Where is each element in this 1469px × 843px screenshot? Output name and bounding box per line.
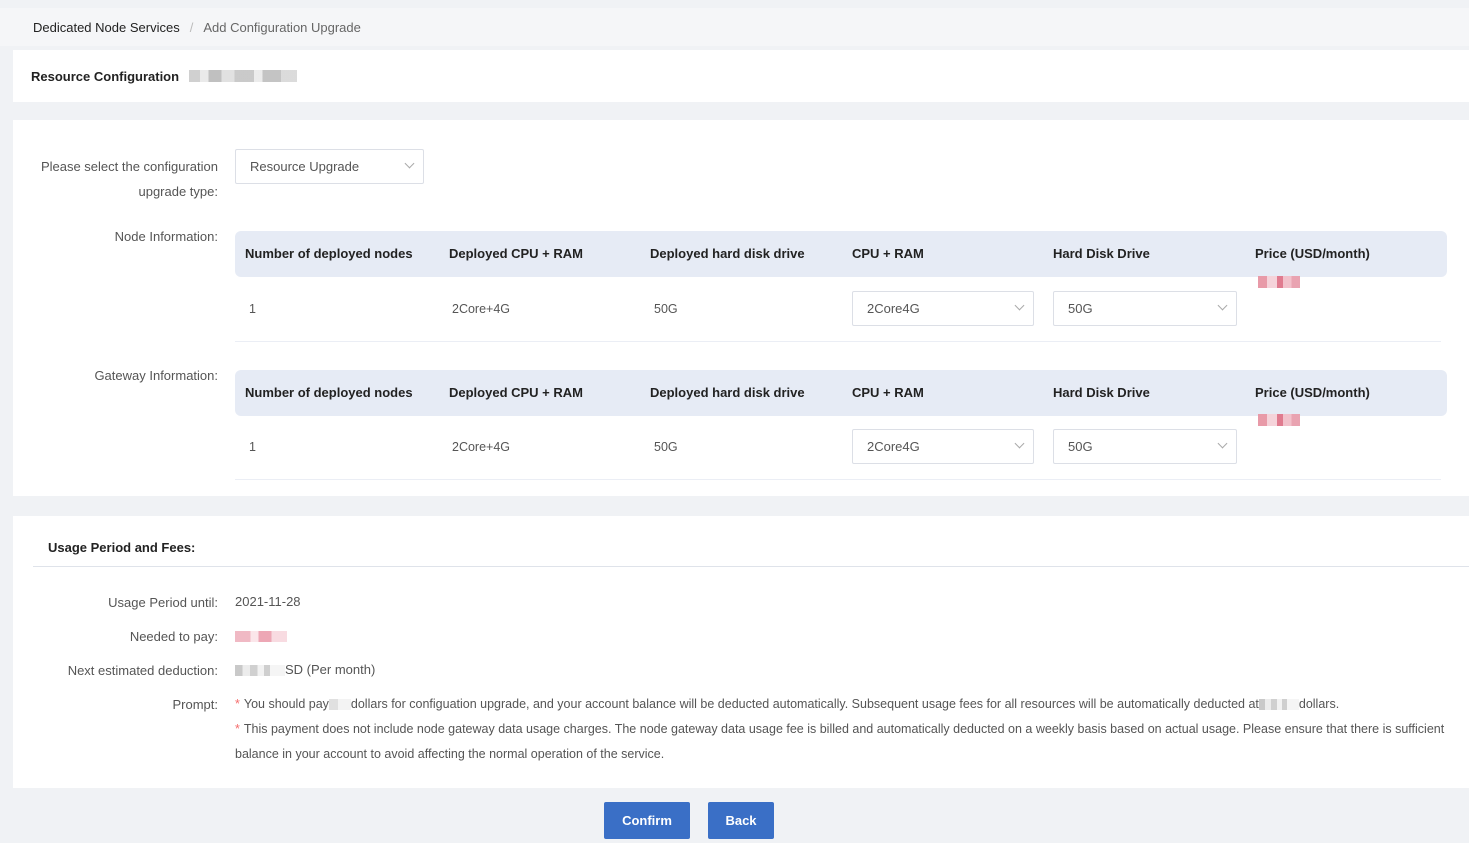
prompt-line-2: * This payment does not include node gate… (235, 717, 1450, 742)
header-deployed-cpu-ram: Deployed CPU + RAM (449, 246, 583, 261)
prompt2-line1: This payment does not include node gatew… (243, 722, 1445, 736)
chevron-down-icon (1014, 438, 1025, 449)
header-deployed-disk: Deployed hard disk drive (650, 246, 805, 261)
gateway-price-redacted (1258, 414, 1300, 426)
header-deployed-nodes: Number of deployed nodes (245, 246, 413, 261)
header-deployed-cpu-ram: Deployed CPU + RAM (449, 385, 583, 400)
fees-card (13, 516, 1469, 788)
upgrade-type-value: Resource Upgrade (250, 159, 360, 174)
node-disk-value: 50G (1068, 301, 1093, 316)
next-deduction-suffix: SD (Per month) (285, 662, 376, 677)
redacted-amount (328, 699, 351, 711)
breadcrumb-separator: / (189, 19, 194, 35)
header-deployed-disk: Deployed hard disk drive (650, 385, 805, 400)
next-amount-redacted (235, 665, 285, 677)
resource-configuration-header: Resource Configuration (13, 50, 1469, 102)
page-title: Resource Configuration (31, 68, 180, 84)
prompt1-part-a: You should pay (243, 697, 329, 711)
back-button[interactable]: Back (708, 802, 774, 839)
gateway-deployed-disk: 50G (654, 440, 678, 454)
gateway-cpu-ram-select[interactable]: 2Core4G (852, 429, 1034, 464)
node-count: 1 (249, 302, 256, 316)
breadcrumb-current: Add Configuration Upgrade (203, 19, 361, 35)
header-hard-disk: Hard Disk Drive (1053, 246, 1150, 261)
needed-to-pay-label: Needed to pay: (129, 629, 218, 644)
gateway-table-row: 1 2Core+4G 50G (235, 414, 1441, 480)
upgrade-type-label: Please select the configuration upgrade … (20, 154, 218, 204)
node-information-label: Node Information: (114, 229, 218, 244)
chevron-down-icon (1217, 438, 1228, 449)
chevron-down-icon (1014, 300, 1025, 311)
prompt-line-3: balance in your account to avoid affecti… (235, 742, 664, 767)
gateway-count: 1 (249, 440, 256, 454)
upgrade-type-select[interactable]: Resource Upgrade (235, 149, 424, 184)
node-cpu-ram-value: 2Core4G (867, 301, 920, 316)
gateway-disk-value: 50G (1068, 439, 1093, 454)
needed-to-pay-value (235, 626, 287, 646)
usage-period-label: Usage Period until: (108, 595, 218, 610)
header-cpu-ram: CPU + RAM (852, 385, 924, 400)
upgrade-type-label-line2: upgrade type: (138, 184, 218, 199)
node-table-header: Number of deployed nodes Deployed CPU + … (235, 231, 1447, 277)
fees-section-title: Usage Period and Fees: (48, 540, 196, 555)
prompt-label: Prompt: (172, 697, 218, 712)
next-deduction-value: SD (Per month) (235, 660, 375, 680)
header-price: Price (USD/month) (1255, 385, 1370, 400)
header-price: Price (USD/month) (1255, 246, 1370, 261)
node-disk-select[interactable]: 50G (1053, 291, 1237, 326)
header-hard-disk: Hard Disk Drive (1053, 385, 1150, 400)
breadcrumb-dedicated-node-services[interactable]: Dedicated Node Services (33, 20, 180, 35)
node-deployed-cpu-ram: 2Core+4G (452, 302, 511, 316)
prompt-line-1: * You should pay dollars for configuation … (235, 692, 1339, 717)
gateway-cpu-ram-value: 2Core4G (867, 439, 920, 454)
confirm-button[interactable]: Confirm (604, 802, 690, 839)
gateway-table-header: Number of deployed nodes Deployed CPU + … (235, 370, 1447, 416)
node-price-redacted (1258, 276, 1300, 288)
chevron-down-icon (1217, 300, 1228, 311)
node-table-row: 1 2Core+4G 50G (235, 276, 1441, 342)
upgrade-type-label-line1: Please select the configuration (40, 159, 218, 174)
next-deduction-label: Next estimated deduction: (67, 663, 218, 678)
header-cpu-ram: CPU + RAM (852, 246, 924, 261)
prompt1-part-b: dollars for configuation upgrade, and yo… (350, 697, 1259, 711)
header-deployed-nodes: Number of deployed nodes (245, 385, 413, 400)
redacted-amount (1258, 699, 1299, 711)
chevron-down-icon (404, 158, 415, 169)
gateway-disk-select[interactable]: 50G (1053, 429, 1237, 464)
required-asterisk: * (235, 697, 240, 711)
usage-period-value: 2021-11-28 (235, 594, 301, 609)
needed-amount-redacted (235, 631, 287, 643)
node-cpu-ram-select[interactable]: 2Core4G (852, 291, 1034, 326)
breadcrumb: Dedicated Node Services / Add Configurat… (0, 8, 1469, 46)
redacted-instance-name (189, 70, 298, 82)
prompt1-part-c: dollars. (1298, 697, 1340, 711)
gateway-deployed-cpu-ram: 2Core+4G (452, 440, 511, 454)
section-divider (33, 566, 1469, 567)
gateway-information-label: Gateway Information: (94, 368, 218, 383)
prompt2-line2: balance in your account to avoid affecti… (235, 747, 665, 761)
node-deployed-disk: 50G (654, 302, 678, 316)
required-asterisk: * (235, 722, 240, 736)
